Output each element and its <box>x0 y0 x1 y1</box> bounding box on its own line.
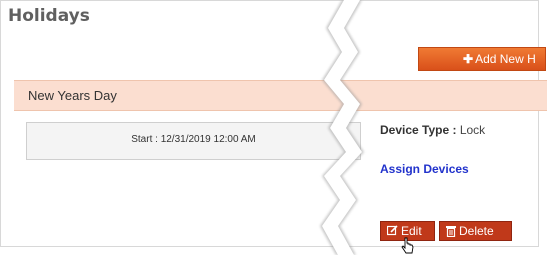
trash-icon <box>446 222 456 240</box>
delete-button[interactable]: Delete <box>439 221 512 241</box>
holiday-name: New Years Day <box>28 88 117 103</box>
page-title: Holidays <box>8 6 90 26</box>
plus-icon: ✚ <box>463 52 474 66</box>
start-time-box: Start : 12/31/2019 12:00 AM <box>26 122 361 160</box>
edit-icon <box>386 222 398 240</box>
device-type-value: Lock <box>459 123 486 137</box>
start-time-text: Start : 12/31/2019 12:00 AM <box>131 134 256 145</box>
holidays-panel: Holidays ✚ Add New H New Years Day Start … <box>0 0 547 255</box>
edit-button-label: Edit <box>401 224 422 238</box>
edit-button[interactable]: Edit <box>380 221 435 241</box>
device-type: Device Type : Lock <box>380 123 485 137</box>
delete-button-label: Delete <box>459 224 494 238</box>
assign-devices-link[interactable]: Assign Devices <box>380 162 469 176</box>
holiday-header: New Years Day <box>14 80 547 111</box>
add-new-holiday-button[interactable]: ✚ Add New H <box>418 47 546 71</box>
device-type-label: Device Type : <box>380 123 457 137</box>
add-button-label: Add New H <box>475 52 536 66</box>
